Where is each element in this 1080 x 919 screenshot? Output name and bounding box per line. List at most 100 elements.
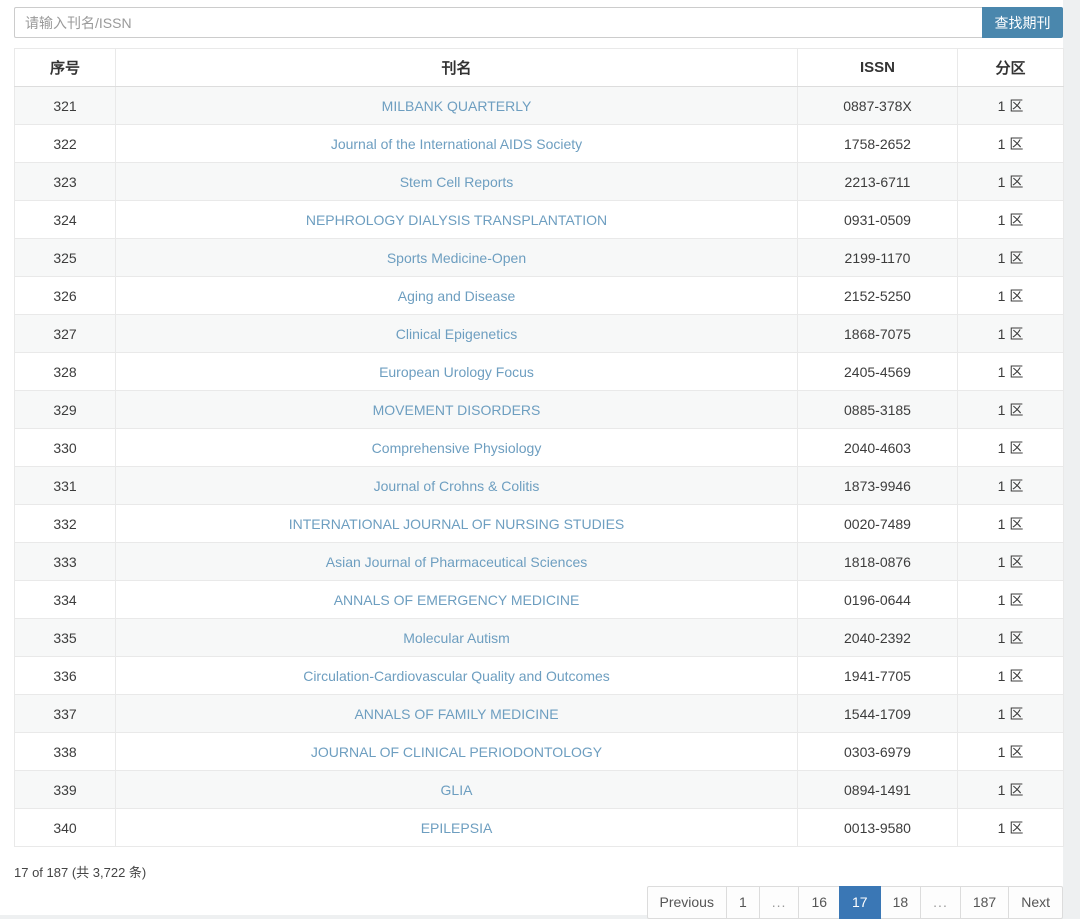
row-seq: 322: [14, 124, 116, 163]
row-zone: 1 区: [957, 124, 1064, 163]
pagination-page-1[interactable]: 1: [725, 886, 760, 919]
row-seq: 332: [14, 504, 116, 543]
table-row: 333 Asian Journal of Pharmaceutical Scien…: [14, 542, 1064, 581]
row-issn: 0887-378X: [797, 86, 958, 125]
row-zone: 1 区: [957, 200, 1064, 239]
journal-link[interactable]: MILBANK QUARTERLY: [382, 98, 532, 114]
journal-link[interactable]: Journal of Crohns & Colitis: [374, 478, 540, 494]
pagination-prev[interactable]: Previous: [646, 886, 727, 919]
table-row: 326 Aging and Disease 2152-5250 1 区: [14, 276, 1064, 315]
row-seq: 325: [14, 238, 116, 277]
pagination-page-18[interactable]: 18: [879, 886, 922, 919]
row-seq: 330: [14, 428, 116, 467]
row-zone: 1 区: [957, 504, 1064, 543]
row-zone: 1 区: [957, 314, 1064, 353]
journal-link[interactable]: ANNALS OF EMERGENCY MEDICINE: [334, 592, 580, 608]
row-zone: 1 区: [957, 808, 1064, 847]
table-row: 325 Sports Medicine-Open 2199-1170 1 区: [14, 238, 1064, 277]
row-issn: 0013-9580: [797, 808, 958, 847]
pagination-page-16[interactable]: 16: [798, 886, 841, 919]
row-issn: 2199-1170: [797, 238, 958, 277]
row-journal-cell: GLIA: [115, 770, 798, 809]
header-zone: 分区: [957, 48, 1064, 87]
row-issn: 0885-3185: [797, 390, 958, 429]
row-issn: 0020-7489: [797, 504, 958, 543]
journal-link[interactable]: Circulation-Cardiovascular Quality and O…: [303, 668, 610, 684]
journal-link[interactable]: JOURNAL OF CLINICAL PERIODONTOLOGY: [311, 744, 602, 760]
search-input[interactable]: [14, 7, 982, 38]
journal-link[interactable]: NEPHROLOGY DIALYSIS TRANSPLANTATION: [306, 212, 607, 228]
row-journal-cell: Stem Cell Reports: [115, 162, 798, 201]
row-issn: 2040-4603: [797, 428, 958, 467]
row-seq: 336: [14, 656, 116, 695]
table-row: 330 Comprehensive Physiology 2040-4603 1 区: [14, 428, 1064, 467]
table-row: 338 JOURNAL OF CLINICAL PERIODONTOLOGY 030…: [14, 732, 1064, 771]
row-issn: 1873-9946: [797, 466, 958, 505]
row-journal-cell: ANNALS OF EMERGENCY MEDICINE: [115, 580, 798, 619]
row-issn: 0894-1491: [797, 770, 958, 809]
row-zone: 1 区: [957, 542, 1064, 581]
journal-link[interactable]: European Urology Focus: [379, 364, 534, 380]
row-issn: 0931-0509: [797, 200, 958, 239]
row-zone: 1 区: [957, 694, 1064, 733]
pagination-page-187[interactable]: 187: [959, 886, 1010, 919]
row-zone: 1 区: [957, 238, 1064, 277]
journal-link[interactable]: Molecular Autism: [403, 630, 510, 646]
row-seq: 327: [14, 314, 116, 353]
table-row: 337 ANNALS OF FAMILY MEDICINE 1544-1709 1 区: [14, 694, 1064, 733]
row-journal-cell: NEPHROLOGY DIALYSIS TRANSPLANTATION: [115, 200, 798, 239]
journal-link[interactable]: Comprehensive Physiology: [372, 440, 542, 456]
row-issn: 1868-7075: [797, 314, 958, 353]
table-row: 336 Circulation-Cardiovascular Quality an…: [14, 656, 1064, 695]
journal-link[interactable]: ANNALS OF FAMILY MEDICINE: [354, 706, 558, 722]
row-zone: 1 区: [957, 352, 1064, 391]
pagination-next[interactable]: Next: [1008, 886, 1063, 919]
row-zone: 1 区: [957, 86, 1064, 125]
row-journal-cell: Journal of the International AIDS Societ…: [115, 124, 798, 163]
row-journal-cell: JOURNAL OF CLINICAL PERIODONTOLOGY: [115, 732, 798, 771]
journal-link[interactable]: GLIA: [441, 782, 473, 798]
journal-link[interactable]: Sports Medicine-Open: [387, 250, 526, 266]
pagination-ellipsis: ...: [758, 886, 800, 919]
pagination: Previous 1... 16 17 18... 187 Next: [646, 886, 1063, 919]
journal-link[interactable]: Journal of the International AIDS Societ…: [331, 136, 582, 152]
table-row: 332 INTERNATIONAL JOURNAL OF NURSING STUD…: [14, 504, 1064, 543]
row-seq: 328: [14, 352, 116, 391]
header-seq: 序号: [14, 48, 116, 87]
journal-link[interactable]: EPILEPSIA: [421, 820, 493, 836]
row-journal-cell: Molecular Autism: [115, 618, 798, 657]
journal-link[interactable]: Asian Journal of Pharmaceutical Sciences: [326, 554, 587, 570]
row-issn: 1941-7705: [797, 656, 958, 695]
row-zone: 1 区: [957, 390, 1064, 429]
search-button[interactable]: 查找期刊: [982, 7, 1063, 38]
table-row: 324 NEPHROLOGY DIALYSIS TRANSPLANTATION 09…: [14, 200, 1064, 239]
row-journal-cell: MILBANK QUARTERLY: [115, 86, 798, 125]
row-seq: 329: [14, 390, 116, 429]
row-journal-cell: Journal of Crohns & Colitis: [115, 466, 798, 505]
table-row: 328 European Urology Focus 2405-4569 1 区: [14, 352, 1064, 391]
pagination-ellipsis: ...: [920, 886, 961, 919]
row-seq: 340: [14, 808, 116, 847]
row-seq: 321: [14, 86, 116, 125]
row-journal-cell: ANNALS OF FAMILY MEDICINE: [115, 694, 798, 733]
row-journal-cell: Circulation-Cardiovascular Quality and O…: [115, 656, 798, 695]
row-journal-cell: Clinical Epigenetics: [115, 314, 798, 353]
row-issn: 2405-4569: [797, 352, 958, 391]
row-zone: 1 区: [957, 276, 1064, 315]
row-issn: 2040-2392: [797, 618, 958, 657]
row-seq: 335: [14, 618, 116, 657]
journal-link[interactable]: Aging and Disease: [398, 288, 516, 304]
pagination-page-17[interactable]: 17: [839, 886, 881, 919]
journal-link[interactable]: MOVEMENT DISORDERS: [373, 402, 541, 418]
row-zone: 1 区: [957, 580, 1064, 619]
table-row: 335 Molecular Autism 2040-2392 1 区: [14, 618, 1064, 657]
header-title: 刊名: [115, 48, 798, 87]
journal-link[interactable]: Stem Cell Reports: [400, 174, 514, 190]
row-seq: 338: [14, 732, 116, 771]
journal-link[interactable]: INTERNATIONAL JOURNAL OF NURSING STUDIES: [289, 516, 625, 532]
row-journal-cell: European Urology Focus: [115, 352, 798, 391]
row-zone: 1 区: [957, 770, 1064, 809]
journal-link[interactable]: Clinical Epigenetics: [396, 326, 517, 342]
row-seq: 326: [14, 276, 116, 315]
row-journal-cell: EPILEPSIA: [115, 808, 798, 847]
